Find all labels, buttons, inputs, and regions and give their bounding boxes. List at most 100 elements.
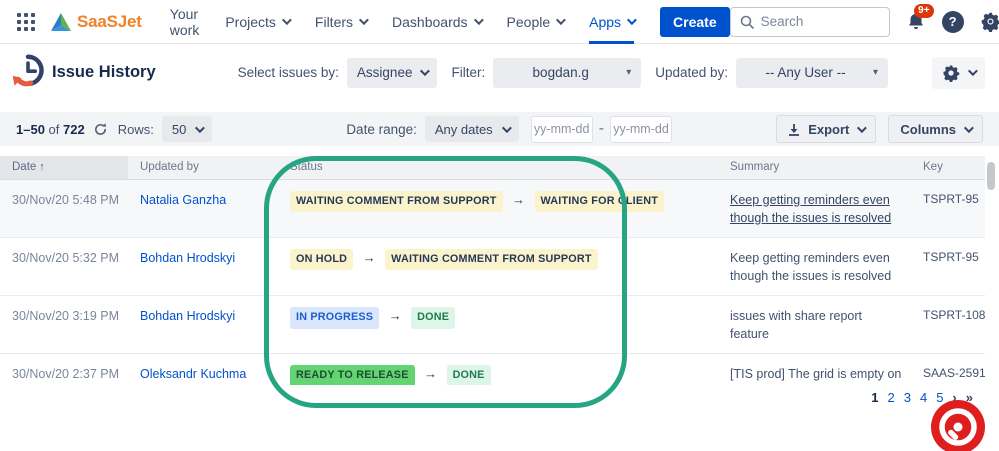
gear-icon: [943, 65, 960, 82]
filter-dropdown[interactable]: bogdan.g ▾: [493, 57, 642, 88]
updated-by-user-link[interactable]: Bohdan Hrodskyi: [140, 309, 235, 323]
date-range-group: Date range: Any dates -: [346, 115, 673, 143]
rows-per-page-dropdown[interactable]: 50: [161, 116, 213, 142]
pagination-page-1[interactable]: 1: [871, 390, 878, 405]
updated-by-user-link[interactable]: Oleksandr Kuchma: [140, 367, 246, 381]
column-header-status[interactable]: Status: [278, 156, 718, 180]
nav-apps[interactable]: Apps: [589, 0, 637, 44]
date-to-input[interactable]: [610, 115, 673, 143]
chevron-down-icon: [358, 15, 369, 26]
pagination-page-4[interactable]: 4: [920, 390, 927, 405]
app-switcher-icon[interactable]: [16, 12, 36, 32]
nav-people[interactable]: People: [507, 0, 566, 44]
nav-your-work[interactable]: Your work: [170, 0, 200, 44]
transition-arrow-icon: →: [424, 366, 438, 382]
export-button[interactable]: Export: [776, 115, 877, 143]
rows-label: Rows:: [117, 121, 154, 137]
chevron-down-icon: [420, 66, 431, 77]
cell-status: IN PROGRESS → DONE: [278, 295, 718, 355]
select-issues-by-label: Select issues by:: [237, 65, 339, 80]
updated-by-dropdown[interactable]: -- Any User -- ▾: [736, 57, 889, 88]
cell-issue-key: TSPRT-95: [911, 237, 985, 297]
column-header-date[interactable]: Date ↑: [0, 156, 128, 180]
issue-summary-link[interactable]: Keep getting reminders even though the i…: [730, 193, 891, 225]
issue-summary-link[interactable]: Keep getting reminders even though the i…: [730, 251, 891, 283]
date-range-dropdown[interactable]: Any dates: [424, 116, 519, 142]
brand-name: SaaSJet: [77, 11, 142, 31]
vertical-scrollbar-thumb[interactable]: [987, 162, 995, 190]
download-icon: [789, 123, 800, 136]
issue-summary-link[interactable]: [TIS prod] The grid is empty on report "…: [730, 367, 902, 385]
question-icon: ?: [941, 10, 964, 33]
cell-status: ON HOLD → WAITING COMMENT FROM SUPPORT: [278, 237, 718, 297]
table-row: 30/Nov/20 2:37 PM Oleksandr Kuchma READY…: [0, 353, 986, 385]
select-issues-by-dropdown[interactable]: Assignee: [346, 57, 438, 88]
table-body: 30/Nov/20 5:48 PM Natalia Ganzha WAITING…: [0, 179, 986, 385]
pagination-page-2[interactable]: 2: [887, 390, 894, 405]
cell-date: 30/Nov/20 5:32 PM: [0, 237, 128, 297]
columns-button[interactable]: Columns: [888, 115, 983, 143]
search-input[interactable]: [760, 14, 871, 29]
updated-by-user-link[interactable]: Natalia Ganzha: [140, 193, 226, 207]
cell-issue-key: SAAS-2591: [911, 353, 986, 385]
status-from-badge: READY TO RELEASE: [290, 365, 415, 385]
chevron-down-icon: [627, 15, 637, 26]
settings-button[interactable]: [980, 11, 999, 32]
help-button[interactable]: ?: [941, 10, 964, 33]
history-table-container: Date ↑ Updated by Status Summary Key 30/N…: [0, 156, 999, 385]
app-header: Issue History Select issues by: Assignee…: [0, 44, 999, 101]
chevron-down-icon: [967, 66, 978, 77]
table-header-row: Date ↑ Updated by Status Summary Key: [0, 156, 985, 180]
page-title: Issue History: [52, 63, 156, 81]
top-nav: SaaSJet Your work Projects Filters Dashb…: [0, 0, 999, 44]
cell-issue-key: TSPRT-108: [911, 295, 985, 355]
date-from-input[interactable]: [530, 115, 593, 143]
status-to-badge: WAITING COMMENT FROM SUPPORT: [385, 248, 598, 271]
nav-filters[interactable]: Filters: [315, 0, 369, 44]
sort-ascending-icon: ↑: [39, 161, 45, 174]
cell-status: READY TO RELEASE → DONE: [278, 353, 718, 385]
saasjet-triangle-icon: [51, 12, 71, 31]
filter-label: Filter:: [451, 65, 486, 80]
issue-history-app-icon: [12, 54, 44, 86]
date-range-label: Date range:: [346, 121, 417, 137]
date-range-separator: -: [598, 120, 605, 137]
chevron-down-icon: [281, 15, 292, 26]
notification-count-badge: 9+: [913, 3, 935, 18]
brand-logo[interactable]: SaaSJet: [50, 12, 142, 32]
chevron-down-icon: [195, 122, 206, 133]
transition-arrow-icon: →: [388, 308, 402, 323]
issue-summary-link[interactable]: issues with share report feature: [730, 309, 862, 341]
toolbar: 1–50 of 722 Rows: 50 Date range: Any dat…: [0, 112, 999, 146]
top-nav-right: 9+ ?: [729, 3, 999, 37]
updated-by-label: Updated by:: [655, 65, 729, 80]
pagination-page-3[interactable]: 3: [904, 390, 911, 405]
result-range: 1–50 of 722: [16, 121, 85, 137]
report-settings-dropdown[interactable]: [932, 56, 985, 89]
nav-projects[interactable]: Projects: [225, 0, 292, 44]
search-box[interactable]: [729, 6, 890, 37]
create-button[interactable]: Create: [660, 6, 730, 37]
table-row: 30/Nov/20 3:19 PM Bohdan Hrodskyi IN PRO…: [0, 295, 985, 355]
status-from-badge: IN PROGRESS: [290, 307, 380, 329]
dropdown-triangle-icon: ▾: [626, 67, 632, 78]
chevron-down-icon: [501, 122, 512, 133]
table-row: 30/Nov/20 5:48 PM Natalia Ganzha WAITING…: [0, 179, 985, 238]
refresh-icon: [94, 122, 106, 135]
nav-dashboards[interactable]: Dashboards: [392, 0, 484, 44]
column-header-summary[interactable]: Summary: [718, 156, 911, 180]
cell-status: WAITING COMMENT FROM SUPPORT → WAITING F…: [278, 179, 718, 238]
table-row: 30/Nov/20 5:32 PM Bohdan Hrodskyi ON HOL…: [0, 237, 985, 297]
notifications-button[interactable]: 9+: [906, 3, 935, 32]
column-header-updated-by[interactable]: Updated by: [128, 156, 278, 180]
chevron-down-icon: [556, 15, 566, 26]
recording-logo-icon: [929, 398, 987, 451]
column-header-key[interactable]: Key: [911, 156, 985, 180]
chevron-down-icon: [473, 15, 484, 26]
chevron-down-icon: [857, 122, 868, 133]
status-to-badge: DONE: [411, 307, 456, 329]
updated-by-user-link[interactable]: Bohdan Hrodskyi: [140, 251, 235, 265]
refresh-button[interactable]: [93, 122, 108, 137]
search-icon: [740, 15, 754, 29]
cell-date: 30/Nov/20 3:19 PM: [0, 295, 128, 355]
